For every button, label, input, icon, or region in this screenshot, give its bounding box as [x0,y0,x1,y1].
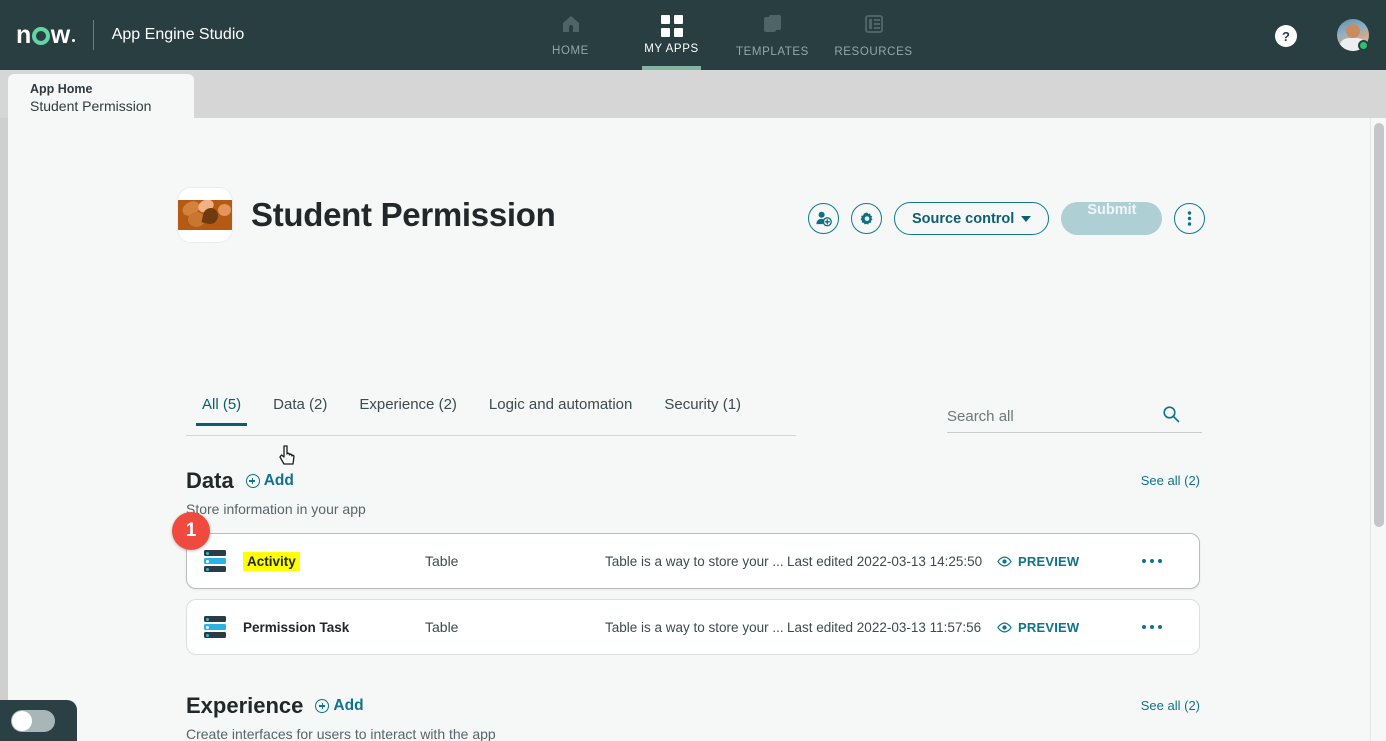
floating-toggle-panel [0,700,77,741]
page-title: Student Permission [251,196,556,233]
home-icon [560,14,582,39]
tab-experience[interactable]: Experience (2) [343,396,473,425]
section-experience-add-button[interactable]: Add [315,697,364,715]
document-tab-title: Student Permission [30,98,152,114]
search-icon[interactable] [1162,405,1180,428]
search-bar [947,401,1202,433]
section-experience-add-label: Add [333,697,364,714]
section-data: Data Add See all (2) Store information i… [172,468,1200,655]
section-experience-header: Experience Add See all (2) [186,693,1200,719]
primary-nav: HOME MY APPS TEMPLATES RESOURCES [520,0,924,70]
nav-item-my-apps[interactable]: MY APPS [621,0,722,70]
table-icon [187,615,243,639]
row-more-icon[interactable] [1117,558,1187,564]
section-experience-subtitle: Create interfaces for users to interact … [186,726,496,741]
source-control-label: Source control [912,210,1015,227]
now-logo: nw [16,22,75,48]
document-tab-app-home[interactable]: App Home Student Permission [8,74,194,118]
source-control-dropdown[interactable]: Source control [894,202,1050,235]
table-row[interactable]: Permission Task Table Table is a way to … [186,599,1200,655]
user-add-icon[interactable] [808,203,839,234]
help-icon[interactable]: ? [1275,25,1297,47]
row-name: Activity [243,551,425,571]
scrollbar-thumb[interactable] [1374,123,1384,527]
row-preview-button[interactable]: PREVIEW [997,554,1117,569]
plus-circle-icon [245,474,260,488]
plus-circle-icon [315,699,330,713]
grid-icon [660,15,683,37]
avatar-face [1346,24,1360,38]
eye-icon [997,621,1012,633]
table-icon [187,549,243,573]
nav-item-resources[interactable]: RESOURCES [823,0,924,70]
tab-all[interactable]: All (5) [186,396,257,426]
row-preview-button[interactable]: PREVIEW [997,620,1117,635]
step-badge-1: 1 [172,512,210,550]
row-type: Table [425,619,459,635]
section-data-subtitle: Store information in your app [186,501,366,517]
section-data-add-button[interactable]: Add [245,472,294,490]
gear-icon[interactable] [851,203,882,234]
toggle-knob [12,710,32,731]
row-description: Table is a way to store your ... [605,553,784,569]
search-input[interactable] [947,408,1162,425]
vertical-scrollbar[interactable] [1370,118,1386,741]
nav-item-templates[interactable]: TEMPLATES [722,0,823,70]
nav-label-templates: TEMPLATES [736,45,809,58]
eye-icon [997,555,1012,567]
templates-icon [762,13,784,40]
section-data-header: Data Add See all (2) [186,468,1200,494]
app-icon [178,188,232,242]
row-preview-label: PREVIEW [1018,619,1080,635]
section-data-add-label: Add [263,472,294,489]
section-data-see-all[interactable]: See all (2) [1141,473,1200,488]
row-type: Table [425,553,459,569]
recording-toggle[interactable] [11,709,55,732]
row-last-edited: Last edited 2022-03-13 14:25:50 [787,553,983,569]
row-description: Table is a way to store your ... [605,619,784,635]
presence-indicator [1358,40,1369,51]
nav-label-resources: RESOURCES [834,45,913,58]
product-name: App Engine Studio [111,26,245,43]
document-tabstrip: App Home Student Permission [0,70,1386,175]
nav-label-my-apps: MY APPS [644,43,699,55]
document-tab-kicker: App Home [30,82,93,96]
app-window: nw App Engine Studio HOME MY APPS TEMPLA… [0,0,1386,741]
tab-data[interactable]: Data (2) [257,396,343,425]
more-vertical-icon[interactable] [1174,203,1206,234]
tab-logic-and-automation[interactable]: Logic and automation [473,396,648,425]
row-more-icon[interactable] [1117,624,1187,630]
row-preview-label: PREVIEW [1018,553,1080,569]
app-icon-image [178,200,232,230]
section-experience-see-all[interactable]: See all (2) [1141,698,1200,713]
submit-button[interactable]: Submit [1061,202,1163,235]
global-header: nw App Engine Studio HOME MY APPS TEMPLA… [0,0,1386,70]
caret-down-icon [1021,215,1032,222]
app-home-content: Student Permission Source control Submit… [8,118,1370,741]
nav-label-home: HOME [552,44,589,57]
tab-security[interactable]: Security (1) [648,396,757,425]
resources-icon [863,13,885,40]
app-header-actions: Source control Submit [808,202,1206,235]
section-experience-title: Experience [186,693,304,718]
nav-item-home[interactable]: HOME [520,0,621,70]
brand-divider [92,20,94,50]
row-name: Permission Task [243,619,350,635]
table-row[interactable]: 1 Activity Table Table is a way to store… [172,512,1200,589]
section-data-title: Data [186,468,234,493]
brand[interactable]: nw App Engine Studio [0,20,244,50]
row-name-highlight: Activity [243,551,300,571]
app-header: Student Permission [178,188,556,242]
row-last-edited: Last edited 2022-03-13 11:57:56 [787,619,982,635]
content-tabs: All (5) Data (2) Experience (2) Logic an… [186,396,796,436]
section-experience: Experience Add See all (2) Create interf… [186,693,1200,741]
